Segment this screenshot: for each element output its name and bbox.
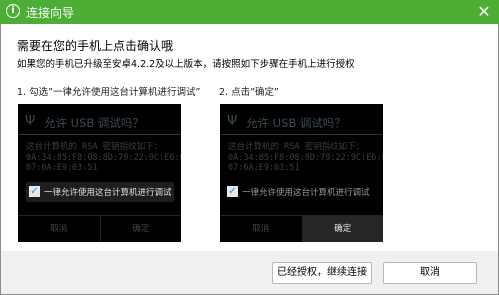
close-icon[interactable]: ✕ — [475, 3, 493, 21]
phone-dialog-buttons: 取消 确定 — [220, 215, 383, 242]
instruction-text: 如果您的手机已升级至安卓4.2.2及以上版本，请按照如下步骤在手机上进行授权 — [17, 59, 355, 70]
step-2-label: 2. 点击”确定” — [219, 87, 279, 98]
checkmark-icon: ✓ — [227, 186, 238, 197]
checkmark-icon: ✓ — [29, 186, 40, 197]
phone-ok-button: 确定 — [301, 216, 383, 242]
authorized-continue-button[interactable]: 已经授权，继续连接 — [272, 262, 372, 284]
usb-icon: Ψ — [227, 114, 238, 129]
divider — [220, 134, 383, 135]
rsa-fingerprint-text: 这台计算机的 RSA 密钥指纹如下： 0A:34:85:F8:08:8D:79:… — [26, 142, 181, 173]
phone-dialog-title: Ψ 允许 USB 调试吗？ — [25, 114, 144, 130]
usb-icon: Ψ — [25, 114, 36, 129]
window-title: 连接向导 — [26, 6, 75, 20]
phone-dialog-title: Ψ 允许 USB 调试吗？ — [227, 114, 346, 130]
phone-screenshot-2: Ψ 允许 USB 调试吗？ 这台计算机的 RSA 密钥指纹如下： 0A:34:8… — [220, 104, 383, 242]
always-allow-checkbox-row: ✓ 一律允许使用这台计算机进行调试 — [26, 182, 174, 202]
cancel-button[interactable]: 取消 — [383, 262, 477, 284]
title-bar: i 连接向导 ✕ — [0, 0, 499, 24]
always-allow-label: 一律允许使用这台计算机进行调试 — [242, 188, 370, 198]
phone-dialog-buttons: 取消 确定 — [18, 215, 181, 242]
phone-cancel-button: 取消 — [50, 224, 68, 234]
phone-ok-button: 确定 — [99, 216, 182, 242]
info-icon: i — [6, 4, 20, 18]
divider — [18, 134, 181, 135]
rsa-fingerprint-text: 这台计算机的 RSA 密钥指纹如下： 0A:34:85:F8:08:8D:79:… — [228, 142, 383, 173]
phone-cancel-button: 取消 — [252, 224, 270, 234]
always-allow-label: 一律允许使用这台计算机进行调试 — [44, 188, 172, 198]
phone-screenshot-1: Ψ 允许 USB 调试吗？ 这台计算机的 RSA 密钥指纹如下： 0A:34:8… — [18, 104, 181, 242]
step-1-label: 1. 勾选”一律允许使用这台计算机进行调试” — [17, 87, 201, 98]
always-allow-checkbox-row: ✓ 一律允许使用这台计算机进行调试 — [224, 182, 374, 202]
page-title: 需要在您的手机上点击确认哦 — [17, 39, 174, 53]
button-bar: 已经授权，继续连接 取消 — [1, 251, 498, 294]
